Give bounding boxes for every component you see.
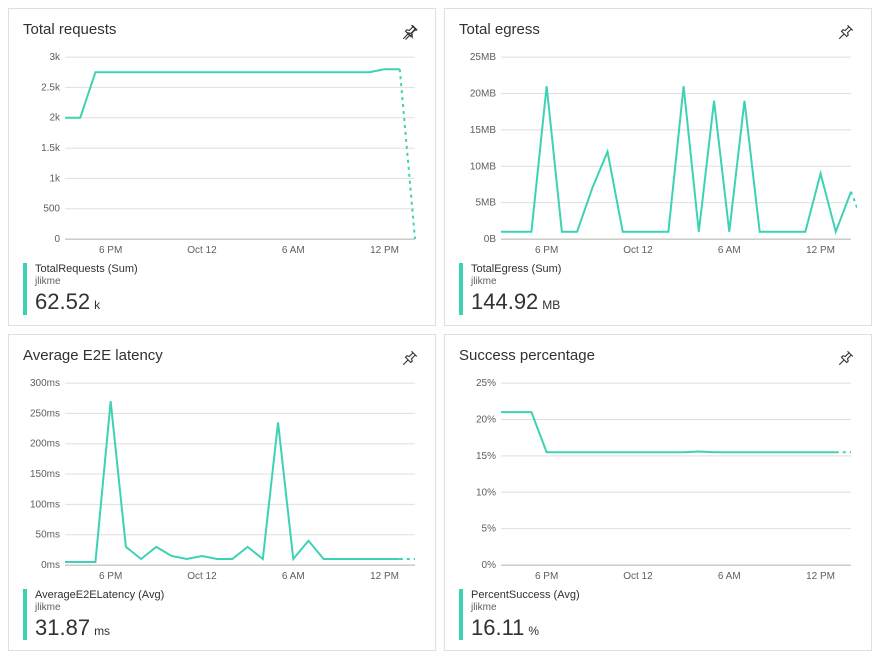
svg-text:6 PM: 6 PM xyxy=(535,245,558,256)
pin-button[interactable] xyxy=(835,21,857,43)
tile-title: Average E2E latency xyxy=(23,347,163,364)
tile-header: Average E2E latency xyxy=(23,347,421,369)
metric-value: 62.52 k xyxy=(35,290,421,314)
tile-success-percentage: Success percentage 0% 5% 10% 15% 20% 25% 6 PM O… xyxy=(444,334,872,652)
pin-icon xyxy=(837,349,855,367)
svg-text:1k: 1k xyxy=(49,173,61,184)
svg-text:250ms: 250ms xyxy=(30,408,60,419)
pin-button[interactable] xyxy=(399,21,421,43)
svg-text:3k: 3k xyxy=(49,52,61,63)
value-number: 16.11 xyxy=(471,615,524,640)
value-unit: ms xyxy=(94,624,110,638)
svg-text:2k: 2k xyxy=(49,113,61,124)
metric-value: 31.87 ms xyxy=(35,616,421,640)
tile-title: Total egress xyxy=(459,21,540,38)
resource-name: jlikme xyxy=(35,602,421,614)
svg-text:1.5k: 1.5k xyxy=(41,143,61,154)
svg-text:6 PM: 6 PM xyxy=(99,245,122,256)
svg-text:6 PM: 6 PM xyxy=(99,571,122,582)
svg-text:0%: 0% xyxy=(482,560,497,571)
svg-text:6 AM: 6 AM xyxy=(282,245,305,256)
value-number: 62.52 xyxy=(35,289,90,314)
svg-text:6 AM: 6 AM xyxy=(718,245,741,256)
pin-button[interactable] xyxy=(399,347,421,369)
tile-total-egress: Total egress 0B 5MB 10MB 15MB 20MB 25MB 6 PM Oc… xyxy=(444,8,872,326)
svg-text:20MB: 20MB xyxy=(470,88,496,99)
metric-summary: TotalRequests (Sum) jlikme 62.52 k xyxy=(23,263,421,314)
metric-name: TotalEgress (Sum) xyxy=(471,263,857,276)
svg-text:0: 0 xyxy=(54,234,60,245)
svg-text:12 PM: 12 PM xyxy=(370,245,399,256)
svg-text:100ms: 100ms xyxy=(30,499,60,510)
pin-icon xyxy=(837,23,855,41)
metric-name: TotalRequests (Sum) xyxy=(35,263,421,276)
svg-text:2.5k: 2.5k xyxy=(41,82,61,93)
svg-text:6 AM: 6 AM xyxy=(282,571,305,582)
tile-total-requests: Total requests 0 500 1k 1.5k 2k 2.5k 3k 6 PM Oct… xyxy=(8,8,436,326)
svg-text:20%: 20% xyxy=(476,414,496,425)
value-unit: MB xyxy=(542,298,560,312)
svg-text:12 PM: 12 PM xyxy=(370,571,399,582)
line-chart: 0 500 1k 1.5k 2k 2.5k 3k 6 PM Oct 12 6 AM 12 PM xyxy=(23,51,421,257)
value-unit: k xyxy=(94,298,100,312)
pin-icon xyxy=(401,349,419,367)
resource-name: jlikme xyxy=(35,276,421,288)
pin-button[interactable] xyxy=(835,347,857,369)
resource-name: jlikme xyxy=(471,602,857,614)
svg-text:25%: 25% xyxy=(476,378,496,389)
svg-text:200ms: 200ms xyxy=(30,438,60,449)
svg-text:Oct 12: Oct 12 xyxy=(623,245,653,256)
svg-text:500: 500 xyxy=(43,204,60,215)
svg-text:Oct 12: Oct 12 xyxy=(187,571,217,582)
svg-text:15MB: 15MB xyxy=(470,125,496,136)
svg-text:12 PM: 12 PM xyxy=(806,245,835,256)
chart-area: 0B 5MB 10MB 15MB 20MB 25MB 6 PM Oct 12 6 AM 12 PM xyxy=(459,51,857,257)
line-chart: 0ms 50ms 100ms 150ms 200ms 250ms 300ms 6 PM Oct … xyxy=(23,377,421,583)
svg-text:0ms: 0ms xyxy=(41,560,60,571)
svg-text:0B: 0B xyxy=(484,234,497,245)
tile-header: Total egress xyxy=(459,21,857,43)
chart-area: 0% 5% 10% 15% 20% 25% 6 PM Oct 12 6 AM 12 PM xyxy=(459,377,857,583)
chart-area: 0ms 50ms 100ms 150ms 200ms 250ms 300ms 6 PM Oct … xyxy=(23,377,421,583)
tile-header: Success percentage xyxy=(459,347,857,369)
dashboard-grid: Total requests 0 500 1k 1.5k 2k 2.5k 3k 6 PM Oct… xyxy=(8,8,872,651)
metric-name: AverageE2ELatency (Avg) xyxy=(35,589,421,602)
svg-text:10MB: 10MB xyxy=(470,161,496,172)
svg-text:300ms: 300ms xyxy=(30,378,60,389)
tile-average-e2e-latency: Average E2E latency 0ms 50ms 100ms 150ms 200… xyxy=(8,334,436,652)
value-number: 144.92 xyxy=(471,289,538,314)
value-unit: % xyxy=(528,624,539,638)
metric-summary: TotalEgress (Sum) jlikme 144.92 MB xyxy=(459,263,857,314)
metric-summary: AverageE2ELatency (Avg) jlikme 31.87 ms xyxy=(23,589,421,640)
tile-header: Total requests xyxy=(23,21,421,43)
svg-text:Oct 12: Oct 12 xyxy=(187,245,217,256)
tile-title: Success percentage xyxy=(459,347,595,364)
chart-area: 0 500 1k 1.5k 2k 2.5k 3k 6 PM Oct 12 6 AM 12 PM xyxy=(23,51,421,257)
svg-text:5%: 5% xyxy=(482,523,497,534)
svg-text:6 PM: 6 PM xyxy=(535,571,558,582)
svg-text:12 PM: 12 PM xyxy=(806,571,835,582)
metric-value: 144.92 MB xyxy=(471,290,857,314)
tile-title: Total requests xyxy=(23,21,116,38)
svg-text:Oct 12: Oct 12 xyxy=(623,571,653,582)
pin-icon xyxy=(401,23,419,41)
resource-name: jlikme xyxy=(471,276,857,288)
line-chart: 0B 5MB 10MB 15MB 20MB 25MB 6 PM Oct 12 6 AM 12 PM xyxy=(459,51,857,257)
svg-text:10%: 10% xyxy=(476,487,496,498)
svg-text:5MB: 5MB xyxy=(475,198,496,209)
svg-text:150ms: 150ms xyxy=(30,469,60,480)
metric-value: 16.11% xyxy=(471,616,857,640)
metric-summary: PercentSuccess (Avg) jlikme 16.11% xyxy=(459,589,857,640)
svg-text:15%: 15% xyxy=(476,450,496,461)
svg-text:50ms: 50ms xyxy=(36,529,60,540)
svg-text:25MB: 25MB xyxy=(470,52,496,63)
metric-name: PercentSuccess (Avg) xyxy=(471,589,857,602)
svg-text:6 AM: 6 AM xyxy=(718,571,741,582)
value-number: 31.87 xyxy=(35,615,90,640)
line-chart: 0% 5% 10% 15% 20% 25% 6 PM Oct 12 6 AM 12 PM xyxy=(459,377,857,583)
